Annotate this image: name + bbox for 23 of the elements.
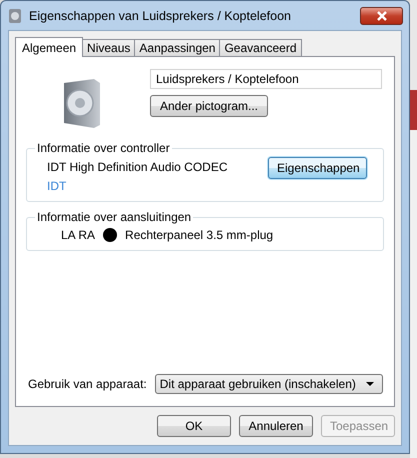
dialog-button[interactable]: OK xyxy=(157,415,231,437)
manufacturer-link[interactable]: IDT xyxy=(47,179,228,193)
controller-name: IDT High Definition Audio CODEC xyxy=(47,160,228,174)
change-icon-button[interactable]: Ander pictogram... xyxy=(150,95,268,117)
speaker-icon xyxy=(62,77,102,129)
device-name-field[interactable]: Luidsprekers / Koptelefoon xyxy=(150,69,382,89)
tab[interactable]: Niveaus xyxy=(82,39,136,56)
jack-description: Rechterpaneel 3.5 mm-plug xyxy=(125,228,274,242)
close-button[interactable] xyxy=(360,6,403,24)
close-icon xyxy=(376,10,388,20)
dropdown-arrow-icon xyxy=(366,382,374,386)
tab[interactable]: Geavanceerd xyxy=(219,39,302,56)
usage-dropdown[interactable]: Dit apparaat gebruiken (inschakelen) xyxy=(154,374,383,394)
usage-label: Gebruik van apparaat: xyxy=(28,377,147,391)
dialog-button[interactable]: Annuleren xyxy=(239,415,313,437)
channel-label: LA RA xyxy=(61,228,96,242)
speaker-icon xyxy=(8,8,22,24)
group-heading: Informatie over aansluitingen xyxy=(36,210,192,224)
tab[interactable]: Aanpassingen xyxy=(134,39,220,56)
properties-button[interactable]: Eigenschappen xyxy=(268,157,367,179)
window-title: Eigenschappen van Luidsprekers / Koptelefoon xyxy=(29,8,292,22)
tab[interactable]: Algemeen xyxy=(15,37,84,57)
group-heading: Informatie over controller xyxy=(36,141,171,155)
